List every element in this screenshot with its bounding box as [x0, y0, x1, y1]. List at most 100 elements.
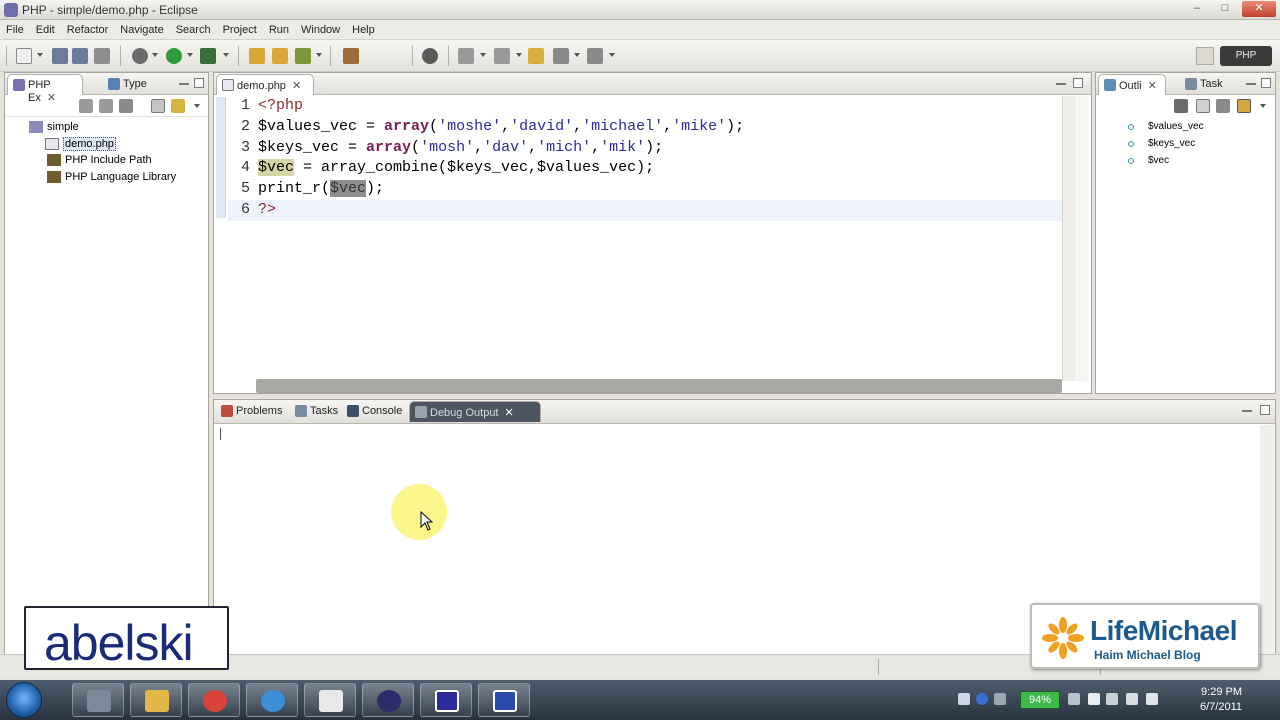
up-folder-icon[interactable] — [119, 99, 133, 113]
editor-vertical-scrollbar[interactable] — [1062, 96, 1076, 381]
tab-demo-php[interactable]: demo.php ✕ — [216, 74, 314, 95]
menu-run[interactable]: Run — [269, 24, 289, 36]
forward-arrow-icon[interactable] — [99, 99, 113, 113]
menu-help[interactable]: Help — [352, 24, 375, 36]
forward-dropdown-icon[interactable] — [609, 53, 615, 57]
tree-item-file[interactable]: demo.php — [45, 136, 116, 152]
annotation-icon[interactable] — [458, 48, 474, 64]
menu-edit[interactable]: Edit — [36, 24, 55, 36]
debug-icon[interactable] — [132, 48, 148, 64]
minimize-button[interactable]: – — [1186, 1, 1208, 17]
gear-icon[interactable] — [422, 48, 438, 64]
tab-tasks[interactable]: Task — [1180, 74, 1236, 95]
taskbar-eclipse-button[interactable] — [362, 683, 414, 717]
view-menu-icon[interactable] — [194, 104, 200, 108]
taskbar-app-button[interactable] — [246, 683, 298, 717]
tree-item-language-library[interactable]: PHP Language Library — [47, 169, 176, 185]
tab-type-hierarchy[interactable]: Type — [103, 74, 165, 95]
volume-icon[interactable] — [1146, 693, 1158, 705]
maximize-view-icon[interactable] — [1261, 78, 1271, 88]
network-icon[interactable] — [994, 693, 1006, 705]
link-with-editor-icon[interactable] — [1237, 99, 1251, 113]
open-perspective-icon[interactable] — [1196, 47, 1214, 65]
tab-console[interactable]: Console — [342, 401, 408, 422]
code-line[interactable]: 6 ?> — [228, 199, 1062, 221]
php-perspective-button[interactable]: PHP — [1220, 46, 1272, 66]
outline-item[interactable]: $values_vec — [1128, 120, 1204, 134]
new-icon[interactable] — [16, 48, 32, 64]
minimize-view-icon[interactable] — [1056, 81, 1066, 85]
hide-fields-icon[interactable] — [1174, 99, 1188, 113]
run-dropdown-icon[interactable] — [187, 53, 193, 57]
maximize-view-icon[interactable] — [1073, 78, 1083, 88]
forward-arrow-icon[interactable] — [587, 48, 603, 64]
overview-ruler[interactable] — [1077, 96, 1089, 381]
back-dropdown-icon[interactable] — [574, 53, 580, 57]
save-icon[interactable] — [52, 48, 68, 64]
pencil-dropdown-icon[interactable] — [316, 53, 322, 57]
tree-item-include-path[interactable]: PHP Include Path — [47, 152, 152, 168]
start-button[interactable] — [6, 682, 42, 718]
debug-dropdown-icon[interactable] — [152, 53, 158, 57]
code-line[interactable]: 1 <?php — [228, 96, 1062, 117]
print-icon[interactable] — [94, 48, 110, 64]
code-line[interactable]: 4 $vec = array_combine($keys_vec,$values_… — [228, 158, 1062, 179]
new-dropdown-icon[interactable] — [37, 53, 43, 57]
collapse-all-icon[interactable] — [1196, 99, 1210, 113]
next-annotation-dropdown-icon[interactable] — [516, 53, 522, 57]
minimize-view-icon[interactable] — [179, 81, 189, 85]
help-icon[interactable] — [976, 693, 988, 705]
code-line[interactable]: 3 $keys_vec = array('mosh','dav','mich','… — [228, 138, 1062, 159]
battery-indicator[interactable]: 94% — [1020, 691, 1060, 709]
tab-problems[interactable]: Problems — [216, 401, 288, 422]
code-line[interactable]: 5 print_r($vec); — [228, 179, 1062, 200]
tab-outline[interactable]: Outli ✕ — [1098, 74, 1166, 95]
view-menu-icon[interactable] — [1260, 104, 1266, 108]
tab-tasks[interactable]: Tasks — [290, 401, 344, 422]
open-folder-icon[interactable] — [249, 48, 265, 64]
maximize-view-icon[interactable] — [1260, 405, 1270, 415]
next-annotation-icon[interactable] — [494, 48, 510, 64]
maximize-button[interactable]: □ — [1214, 1, 1236, 17]
pencil-icon[interactable] — [295, 48, 311, 64]
tab-php-explorer[interactable]: PHP Ex ✕ — [7, 74, 83, 104]
link-with-editor-icon[interactable] — [171, 99, 185, 113]
taskbar-app-button[interactable] — [72, 683, 124, 717]
close-icon[interactable]: ✕ — [505, 407, 514, 419]
menu-window[interactable]: Window — [301, 24, 340, 36]
taskbar-app-button[interactable] — [478, 683, 530, 717]
save-all-icon[interactable] — [72, 48, 88, 64]
editor-horizontal-scrollbar[interactable] — [256, 379, 1062, 393]
collapse-all-icon[interactable] — [151, 99, 165, 113]
tree-item-project[interactable]: simple — [29, 119, 79, 135]
code-area[interactable]: 1 <?php 2 $values_vec = array('moshe','davi… — [228, 96, 1062, 364]
arrow-icon[interactable] — [1088, 693, 1100, 705]
minimize-view-icon[interactable] — [1246, 81, 1256, 85]
sort-icon[interactable] — [1216, 99, 1230, 113]
console-vertical-scrollbar[interactable] — [1260, 425, 1274, 675]
minimize-view-icon[interactable] — [1242, 408, 1252, 412]
back-arrow-icon[interactable] — [553, 48, 569, 64]
outline-item[interactable]: $keys_vec — [1128, 137, 1195, 151]
run-icon[interactable] — [166, 48, 182, 64]
taskbar-app-button[interactable] — [304, 683, 356, 717]
signal-icon[interactable] — [1126, 693, 1138, 705]
brush-icon[interactable] — [343, 48, 359, 64]
language-icon[interactable] — [958, 693, 970, 705]
menu-file[interactable]: File — [6, 24, 24, 36]
open-type-icon[interactable] — [272, 48, 288, 64]
tab-debug-output[interactable]: Debug Output ✕ — [409, 401, 541, 422]
menu-navigate[interactable]: Navigate — [120, 24, 163, 36]
close-icon[interactable]: ✕ — [292, 80, 301, 92]
menu-refactor[interactable]: Refactor — [67, 24, 109, 36]
clock[interactable]: 9:29 PM 6/7/2011 — [1200, 685, 1242, 715]
outline-item[interactable]: $vec — [1128, 154, 1169, 168]
taskbar-app-button[interactable] — [188, 683, 240, 717]
maximize-view-icon[interactable] — [194, 78, 204, 88]
external-tools-icon[interactable] — [200, 48, 216, 64]
menu-project[interactable]: Project — [223, 24, 257, 36]
taskbar-app-button[interactable] — [130, 683, 182, 717]
close-icon[interactable]: ✕ — [1148, 80, 1157, 92]
last-edit-icon[interactable] — [528, 48, 544, 64]
flag-icon[interactable] — [1106, 693, 1118, 705]
